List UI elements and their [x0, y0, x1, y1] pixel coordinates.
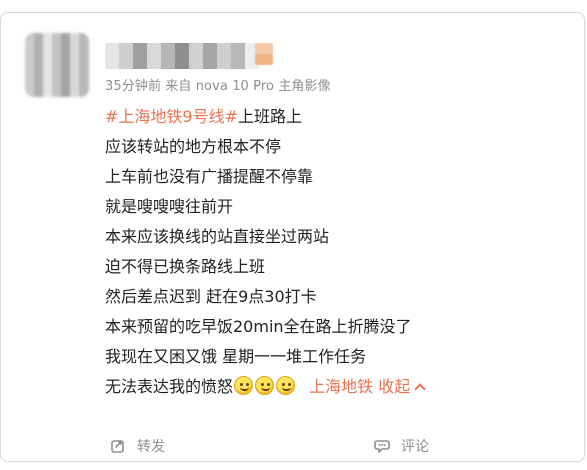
content-line: 上车前也没有广播提醒不停靠: [105, 162, 565, 192]
content-line: 然后差点迟到 赶在9点30打卡: [105, 282, 565, 312]
content-text: 我现在又困又饿 星期一一堆工作任务: [105, 347, 367, 366]
smile-emoji-icon: [234, 376, 254, 395]
repost-icon: [109, 437, 127, 455]
user-badge-mosaic: [255, 43, 273, 65]
avatar[interactable]: [25, 33, 89, 97]
last-line-text: 无法表达我的愤怒: [105, 377, 234, 396]
content-line: 就是嗖嗖嗖往前开: [105, 192, 565, 222]
content-line-1: #上海地铁9号线#上班路上: [105, 102, 565, 132]
collapse-label: 收起: [378, 377, 411, 396]
content-text: 迫不得已换条路线上班: [105, 257, 266, 276]
content-text: 应该转站的地方根本不停: [105, 137, 282, 156]
repost-label: 转发: [137, 439, 165, 455]
content-text: 上车前也没有广播提醒不停靠: [105, 167, 314, 186]
content-line: 我现在又困又饿 星期一一堆工作任务: [105, 342, 565, 372]
content-text: 本来应该换线的站直接坐过两站: [105, 227, 330, 246]
location-link[interactable]: 上海地铁: [309, 377, 373, 396]
repost-button[interactable]: 转发: [109, 426, 165, 466]
post-content: #上海地铁9号线#上班路上 应该转站的地方根本不停 上车前也没有广播提醒不停靠 …: [105, 102, 565, 402]
chevron-up-icon: [414, 382, 426, 395]
smile-emoji-icon: [276, 376, 296, 395]
hashtag-link[interactable]: #上海地铁9号线#: [105, 107, 238, 126]
content-text: 就是嗖嗖嗖往前开: [105, 197, 234, 216]
line-1-text: 上班路上: [238, 107, 303, 126]
content-line: 应该转站的地方根本不停: [105, 132, 565, 162]
content-text: 然后差点迟到 赶在9点30打卡: [105, 287, 317, 306]
comment-button[interactable]: 评论: [373, 426, 429, 466]
content-line: 本来预留的吃早饭20min全在路上折腾没了: [105, 312, 565, 342]
comment-label: 评论: [401, 439, 429, 455]
smile-emoji-icon: [255, 376, 275, 395]
page: 35分钟前 来自 nova 10 Pro 主角影像 #上海地铁9号线#上班路上 …: [0, 0, 587, 470]
post-footer: 转发 评论: [1, 426, 586, 466]
content-line-last: 无法表达我的愤怒 上海地铁 收起: [105, 372, 565, 402]
weibo-post-card: 35分钟前 来自 nova 10 Pro 主角影像 #上海地铁9号线#上班路上 …: [0, 12, 585, 462]
collapse-button[interactable]: 收起: [378, 372, 426, 402]
content-text: 本来预留的吃早饭20min全在路上折腾没了: [105, 317, 412, 336]
username-mosaic[interactable]: [105, 43, 259, 69]
content-line: 本来应该换线的站直接坐过两站: [105, 222, 565, 252]
comment-icon: [373, 437, 391, 455]
post-meta: 35分钟前 来自 nova 10 Pro 主角影像: [105, 79, 331, 94]
content-line: 迫不得已换条路线上班: [105, 252, 565, 282]
